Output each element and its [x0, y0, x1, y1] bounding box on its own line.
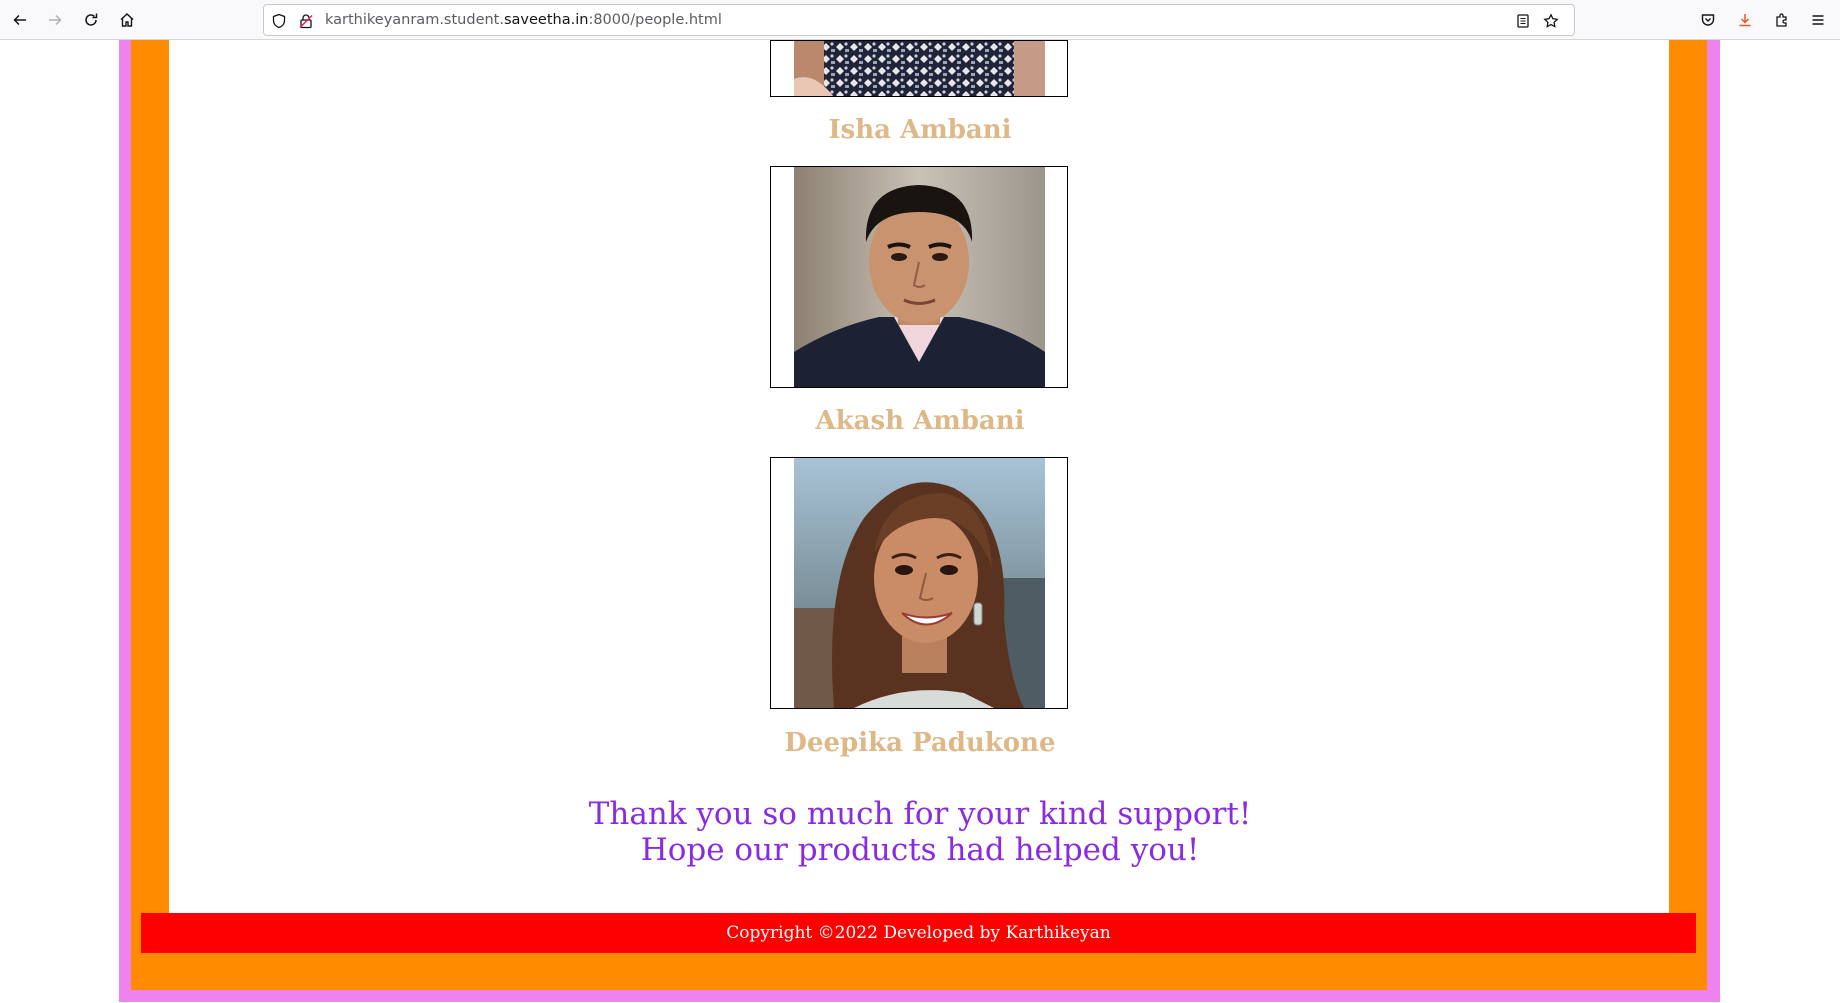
pocket-icon[interactable]: [1694, 6, 1722, 34]
person-name: Akash Ambani: [815, 406, 1025, 436]
person-name: Deepika Padukone: [784, 728, 1056, 758]
reload-icon[interactable]: [77, 6, 105, 34]
download-icon[interactable]: [1731, 6, 1759, 34]
footer-copyright-text: Copyright ©2022 Developed by Karthikeyan: [726, 923, 1111, 943]
person-photo: [794, 41, 1045, 96]
url-text[interactable]: karthikeyanram.student.saveetha.in:8000/…: [325, 5, 722, 35]
person-photo-frame: [770, 457, 1068, 709]
url-prefix: karthikeyanram.student.: [325, 12, 504, 28]
shield-icon[interactable]: [270, 12, 288, 30]
menu-icon[interactable]: [1804, 6, 1832, 34]
person-photo-frame: [770, 40, 1068, 97]
thanks-message-line1: Thank you so much for your kind support!: [588, 796, 1252, 832]
person-photo-frame: [770, 166, 1068, 388]
extensions-icon[interactable]: [1768, 6, 1796, 34]
person-photo: [794, 167, 1045, 387]
bookmark-star-icon[interactable]: [1542, 12, 1560, 30]
url-suffix: :8000/people.html: [588, 12, 722, 28]
forward-arrow-icon[interactable]: [41, 6, 69, 34]
url-domain: saveetha.in: [503, 12, 589, 28]
insecure-lock-icon[interactable]: [297, 12, 315, 30]
back-arrow-icon[interactable]: [6, 6, 34, 34]
reader-view-icon[interactable]: [1514, 12, 1532, 30]
person-name: Isha Ambani: [828, 115, 1012, 145]
thanks-message-line2: Hope our products had helped you!: [640, 832, 1200, 868]
footer: Copyright ©2022 Developed by Karthikeyan: [141, 913, 1696, 953]
person-photo: [794, 458, 1045, 708]
home-icon[interactable]: [113, 6, 141, 34]
url-bar[interactable]: karthikeyanram.student.saveetha.in:8000/…: [263, 4, 1575, 36]
browser-toolbar: karthikeyanram.student.saveetha.in:8000/…: [0, 0, 1840, 40]
